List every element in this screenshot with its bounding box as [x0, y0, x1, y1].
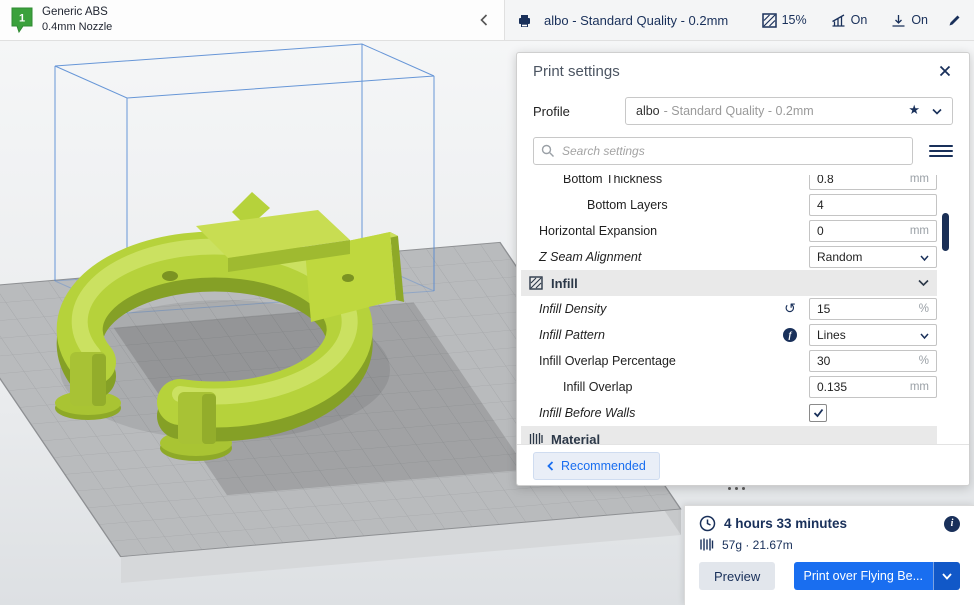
- chevron-down-icon: [920, 333, 929, 340]
- top-bar: 1 Generic ABS 0.4mm Nozzle albo - Standa…: [0, 0, 974, 41]
- printer-selector[interactable]: 1 Generic ABS 0.4mm Nozzle: [0, 0, 505, 40]
- print-options-dropdown[interactable]: [933, 562, 960, 590]
- preview-button[interactable]: Preview: [699, 562, 775, 590]
- search-settings-input[interactable]: [533, 137, 913, 165]
- chevron-down-icon: [918, 279, 929, 287]
- settings-scrollbar[interactable]: [942, 213, 949, 251]
- setting-row-infill-pattern: Infill Pattern f Lines: [517, 322, 969, 348]
- formula-icon[interactable]: f: [783, 328, 797, 342]
- setting-row-infill-overlap-percentage: Infill Overlap Percentage 30%: [517, 348, 969, 374]
- print-button[interactable]: Print over Flying Be...: [794, 562, 934, 590]
- collapse-panel-button[interactable]: [474, 8, 494, 32]
- adhesion-icon: [891, 13, 906, 28]
- profile-name: albo: [636, 104, 660, 118]
- check-icon: [813, 408, 824, 418]
- clock-icon: [699, 515, 716, 532]
- setting-row-infill-before-walls: Infill Before Walls: [517, 400, 969, 426]
- chevron-left-icon: [480, 14, 488, 26]
- profile-suffix: - Standard Quality - 0.2mm: [664, 104, 814, 118]
- infill-pattern-dropdown[interactable]: Lines: [809, 324, 937, 346]
- infill-summary: 15%: [762, 13, 807, 28]
- svg-text:1: 1: [19, 13, 25, 25]
- profile-row: Profile albo - Standard Quality - 0.2mm …: [517, 97, 969, 125]
- nozzle-size: 0.4mm Nozzle: [42, 20, 112, 34]
- print-time-estimate: 4 hours 33 minutes: [724, 516, 936, 531]
- setting-row-infill-density: Infill Density ↺ 15%: [517, 296, 969, 322]
- material-usage-icon: [699, 537, 714, 552]
- profile-label: Profile: [533, 104, 625, 119]
- panel-title: Print settings: [533, 63, 937, 80]
- edit-settings-button[interactable]: [948, 13, 962, 27]
- bottom-layers-input[interactable]: 4: [809, 194, 937, 216]
- infill-overlap-input[interactable]: 0.135mm: [809, 376, 937, 398]
- material-name: Generic ABS: [42, 5, 112, 20]
- infill-overlap-percentage-input[interactable]: 30%: [809, 350, 937, 372]
- adhesion-summary: On: [891, 13, 928, 28]
- setting-row-bottom-layers: Bottom Layers 4: [517, 192, 969, 218]
- favorite-star-icon[interactable]: ★: [908, 103, 920, 118]
- chevron-down-icon: [942, 573, 952, 580]
- adhesion-state: On: [911, 13, 928, 27]
- printer-glyph-icon: [517, 13, 532, 28]
- printer-config-label: Generic ABS 0.4mm Nozzle: [42, 5, 112, 34]
- active-profile-summary: albo - Standard Quality - 0.2mm: [544, 13, 728, 28]
- pencil-icon: [948, 13, 962, 27]
- setting-row-z-seam-alignment: Z Seam Alignment Random: [517, 244, 969, 270]
- infill-percent: 15%: [782, 13, 807, 27]
- info-icon[interactable]: i: [944, 516, 960, 532]
- infill-category-icon: [529, 276, 543, 290]
- print-settings-summary-bar[interactable]: albo - Standard Quality - 0.2mm 15% On O…: [505, 0, 974, 40]
- close-panel-button[interactable]: [937, 63, 953, 79]
- print-button-group: Print over Flying Be...: [794, 562, 961, 590]
- reset-value-icon[interactable]: ↺: [784, 302, 796, 316]
- output-panel: 4 hours 33 minutes i 57g · 21.67m Previe…: [684, 505, 974, 605]
- settings-menu-icon[interactable]: [929, 145, 953, 157]
- cura-app: { "topbar": { "printer_badge": "1", "mat…: [0, 0, 974, 605]
- bottom-thickness-input[interactable]: 0.8mm: [809, 175, 937, 190]
- panel-header: Print settings: [517, 53, 969, 89]
- printer-status-icon: 1: [10, 6, 34, 34]
- search-icon: [541, 144, 555, 158]
- settings-list: Bottom Thickness 0.8mm Bottom Layers 4 H…: [517, 175, 969, 445]
- print-settings-panel: Print settings Profile albo - Standard Q…: [516, 52, 970, 486]
- support-icon: [831, 13, 846, 28]
- chevron-left-icon: [547, 461, 554, 471]
- support-state: On: [851, 13, 868, 27]
- setting-row-horizontal-expansion: Horizontal Expansion 0mm: [517, 218, 969, 244]
- close-icon: [939, 65, 951, 77]
- category-infill[interactable]: Infill: [521, 270, 937, 296]
- panel-resize-handle[interactable]: [728, 487, 745, 490]
- infill-density-input[interactable]: 15%: [809, 298, 937, 320]
- chevron-down-icon: [932, 108, 942, 116]
- chevron-down-icon: [920, 255, 929, 262]
- recommended-mode-button[interactable]: Recommended: [533, 452, 660, 480]
- category-material[interactable]: Material: [521, 426, 937, 445]
- search-row: [517, 137, 969, 165]
- support-summary: On: [831, 13, 868, 28]
- setting-row-bottom-thickness: Bottom Thickness 0.8mm: [517, 175, 969, 192]
- z-seam-alignment-dropdown[interactable]: Random: [809, 246, 937, 268]
- infill-icon: [762, 13, 777, 28]
- profile-dropdown[interactable]: albo - Standard Quality - 0.2mm ★: [625, 97, 953, 125]
- material-usage-estimate: 57g · 21.67m: [722, 538, 793, 552]
- panel-footer: Recommended: [517, 444, 969, 485]
- setting-row-infill-overlap: Infill Overlap 0.135mm: [517, 374, 969, 400]
- infill-before-walls-checkbox[interactable]: [809, 404, 827, 422]
- horizontal-expansion-input[interactable]: 0mm: [809, 220, 937, 242]
